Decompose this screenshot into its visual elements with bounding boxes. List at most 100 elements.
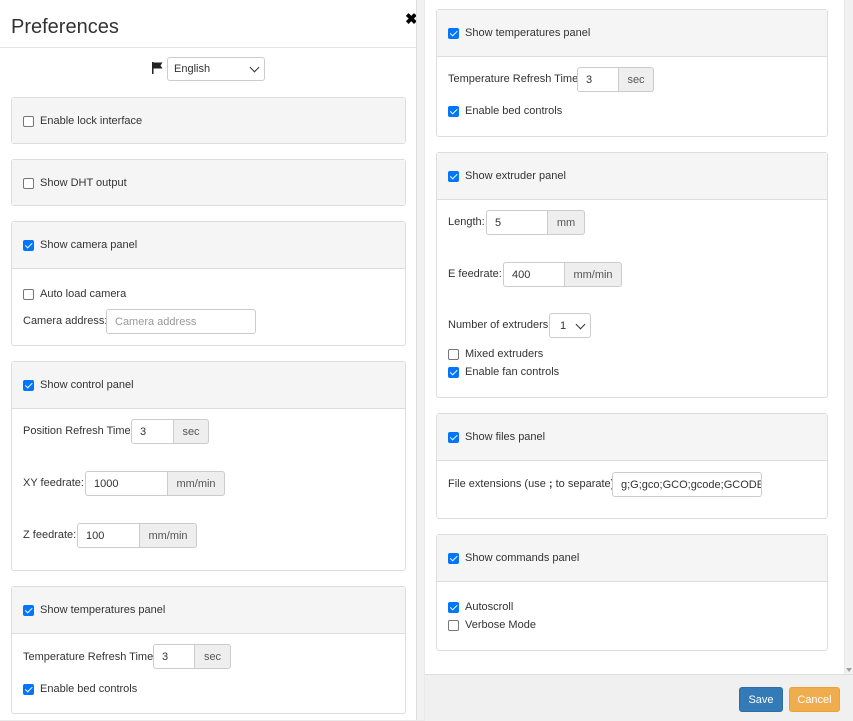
xy-feedrate-input[interactable]: 1000 <box>85 471 168 496</box>
temps-right-checkbox-box[interactable] <box>448 27 459 39</box>
camera-checkbox-label: Show camera panel <box>40 239 138 251</box>
scroll-down-arrow-icon[interactable] <box>846 668 852 672</box>
auto-load-checkbox-box[interactable] <box>23 288 34 300</box>
commands-checkbox-box[interactable] <box>448 552 459 564</box>
left-scrollbar[interactable] <box>417 0 424 720</box>
files-panel-header: Show files panel <box>437 414 827 461</box>
temperatures-left-header: Show temperatures panel <box>12 587 405 634</box>
position-refresh-input[interactable]: 3 <box>131 419 174 444</box>
header-divider <box>0 47 416 48</box>
camera-address-input[interactable]: Camera address <box>106 309 256 334</box>
language-select[interactable]: English <box>167 57 265 81</box>
auto-load-label: Auto load camera <box>40 288 127 300</box>
bed-left-label: Enable bed controls <box>40 683 138 695</box>
length-input[interactable]: 5 <box>486 210 548 235</box>
temp-refresh-right-group: 3 sec <box>577 67 654 92</box>
verbose-checkbox-box[interactable] <box>448 619 459 631</box>
commands-panel: Show commands panel Autoscroll Verbose M… <box>436 534 828 651</box>
temperatures-panel-left: Show temperatures panel Temperature Refr… <box>11 586 406 714</box>
extruder-checkbox-box[interactable] <box>448 170 459 182</box>
lock-checkbox-box[interactable] <box>23 115 34 127</box>
mixed-label: Mixed extruders <box>465 348 544 360</box>
autoscroll-checkbox[interactable]: Autoscroll <box>448 601 513 613</box>
position-refresh-label: Position Refresh Time: <box>23 425 134 437</box>
xy-feedrate-label: XY feedrate: <box>23 477 84 489</box>
fan-label: Enable fan controls <box>465 366 560 378</box>
camera-address-placeholder: Camera address <box>115 315 197 328</box>
show-extruder-checkbox[interactable]: Show extruder panel <box>448 170 566 182</box>
show-control-checkbox[interactable]: Show control panel <box>23 379 134 391</box>
z-feedrate-input[interactable]: 100 <box>77 523 140 548</box>
e-feedrate-input[interactable]: 400 <box>503 262 565 287</box>
control-checkbox-box[interactable] <box>23 379 34 391</box>
temps-left-checkbox-label: Show temperatures panel <box>40 604 166 616</box>
extruder-count-select[interactable]: 1 <box>549 313 591 338</box>
dht-checkbox-box[interactable] <box>23 177 34 189</box>
mixed-checkbox-box[interactable] <box>448 348 459 360</box>
temperatures-right-header: Show temperatures panel <box>437 10 827 57</box>
show-dht-checkbox[interactable]: Show DHT output <box>23 177 127 189</box>
position-refresh-group: 3 sec <box>131 419 209 444</box>
position-refresh-unit: sec <box>174 419 209 444</box>
extruder-panel: Show extruder panel Length: 5 mm E feedr… <box>436 152 828 398</box>
length-unit: mm <box>548 210 585 235</box>
extruder-count-label: Number of extruders: <box>448 319 552 331</box>
bed-right-checkbox-box[interactable] <box>448 105 459 117</box>
files-checkbox-label: Show files panel <box>465 431 546 443</box>
show-temperatures-left-checkbox[interactable]: Show temperatures panel <box>23 604 165 616</box>
close-icon[interactable]: ✖ <box>405 10 416 28</box>
bed-right-label: Enable bed controls <box>465 105 563 117</box>
enable-bed-left-checkbox[interactable]: Enable bed controls <box>23 683 137 695</box>
temps-left-checkbox-box[interactable] <box>23 604 34 616</box>
show-commands-checkbox[interactable]: Show commands panel <box>448 552 579 564</box>
dht-panel-header: Show DHT output <box>12 160 405 205</box>
temps-right-checkbox-label: Show temperatures panel <box>465 27 591 39</box>
autoscroll-checkbox-box[interactable] <box>448 601 459 613</box>
file-extensions-group: g;G;gco;GCO;gcode;GCODE <box>612 472 762 497</box>
extruder-checkbox-label: Show extruder panel <box>465 170 566 182</box>
flag-icon <box>152 62 163 74</box>
temp-refresh-right-label: Temperature Refresh Time: <box>448 73 582 85</box>
enable-bed-right-checkbox[interactable]: Enable bed controls <box>448 105 562 117</box>
extruder-count-value: 1 <box>560 319 567 332</box>
cancel-button[interactable]: Cancel <box>789 687 840 712</box>
temp-refresh-right-unit: sec <box>619 67 654 92</box>
camera-panel: Show camera panel Auto load camera Camer… <box>11 221 406 346</box>
z-feedrate-label: Z feedrate: <box>23 529 77 541</box>
show-camera-checkbox[interactable]: Show camera panel <box>23 239 137 251</box>
camera-address-label: Camera address: <box>23 315 108 327</box>
extruder-panel-header: Show extruder panel <box>437 153 827 200</box>
show-temperatures-right-checkbox[interactable]: Show temperatures panel <box>448 27 590 39</box>
bed-left-checkbox-box[interactable] <box>23 683 34 695</box>
right-scrollbar[interactable] <box>845 0 853 674</box>
lock-panel-header: Enable lock interface <box>12 98 405 143</box>
e-feedrate-unit: mm/min <box>565 262 622 287</box>
enable-fan-checkbox[interactable]: Enable fan controls <box>448 366 559 378</box>
enable-lock-checkbox[interactable]: Enable lock interface <box>23 115 142 127</box>
temp-refresh-left-label: Temperature Refresh Time: <box>23 651 157 663</box>
temp-refresh-left-group: 3 sec <box>153 644 231 669</box>
length-group: 5 mm <box>486 210 585 235</box>
dht-checkbox-label: Show DHT output <box>40 177 127 189</box>
lock-checkbox-label: Enable lock interface <box>40 115 143 127</box>
auto-load-camera-checkbox[interactable]: Auto load camera <box>23 288 126 300</box>
z-feedrate-group: 100 mm/min <box>77 523 197 548</box>
temp-refresh-right-input[interactable]: 3 <box>577 67 619 92</box>
camera-panel-header: Show camera panel <box>12 222 405 269</box>
file-ext-label-post: to separate): <box>552 478 618 490</box>
mixed-extruders-checkbox[interactable]: Mixed extruders <box>448 348 543 360</box>
file-ext-label-pre: File extensions (use <box>448 478 549 490</box>
verbose-mode-checkbox[interactable]: Verbose Mode <box>448 619 536 631</box>
length-label: Length: <box>448 216 485 228</box>
lock-panel: Enable lock interface <box>11 97 406 144</box>
camera-checkbox-box[interactable] <box>23 239 34 251</box>
save-button[interactable]: Save <box>739 687 783 712</box>
temp-refresh-left-input[interactable]: 3 <box>153 644 195 669</box>
show-files-checkbox[interactable]: Show files panel <box>448 431 545 443</box>
file-extensions-input[interactable]: g;G;gco;GCO;gcode;GCODE <box>612 472 762 497</box>
chevron-down-icon <box>575 319 586 329</box>
z-feedrate-unit: mm/min <box>140 523 197 548</box>
files-checkbox-box[interactable] <box>448 431 459 443</box>
fan-checkbox-box[interactable] <box>448 366 459 378</box>
commands-checkbox-label: Show commands panel <box>465 552 580 564</box>
